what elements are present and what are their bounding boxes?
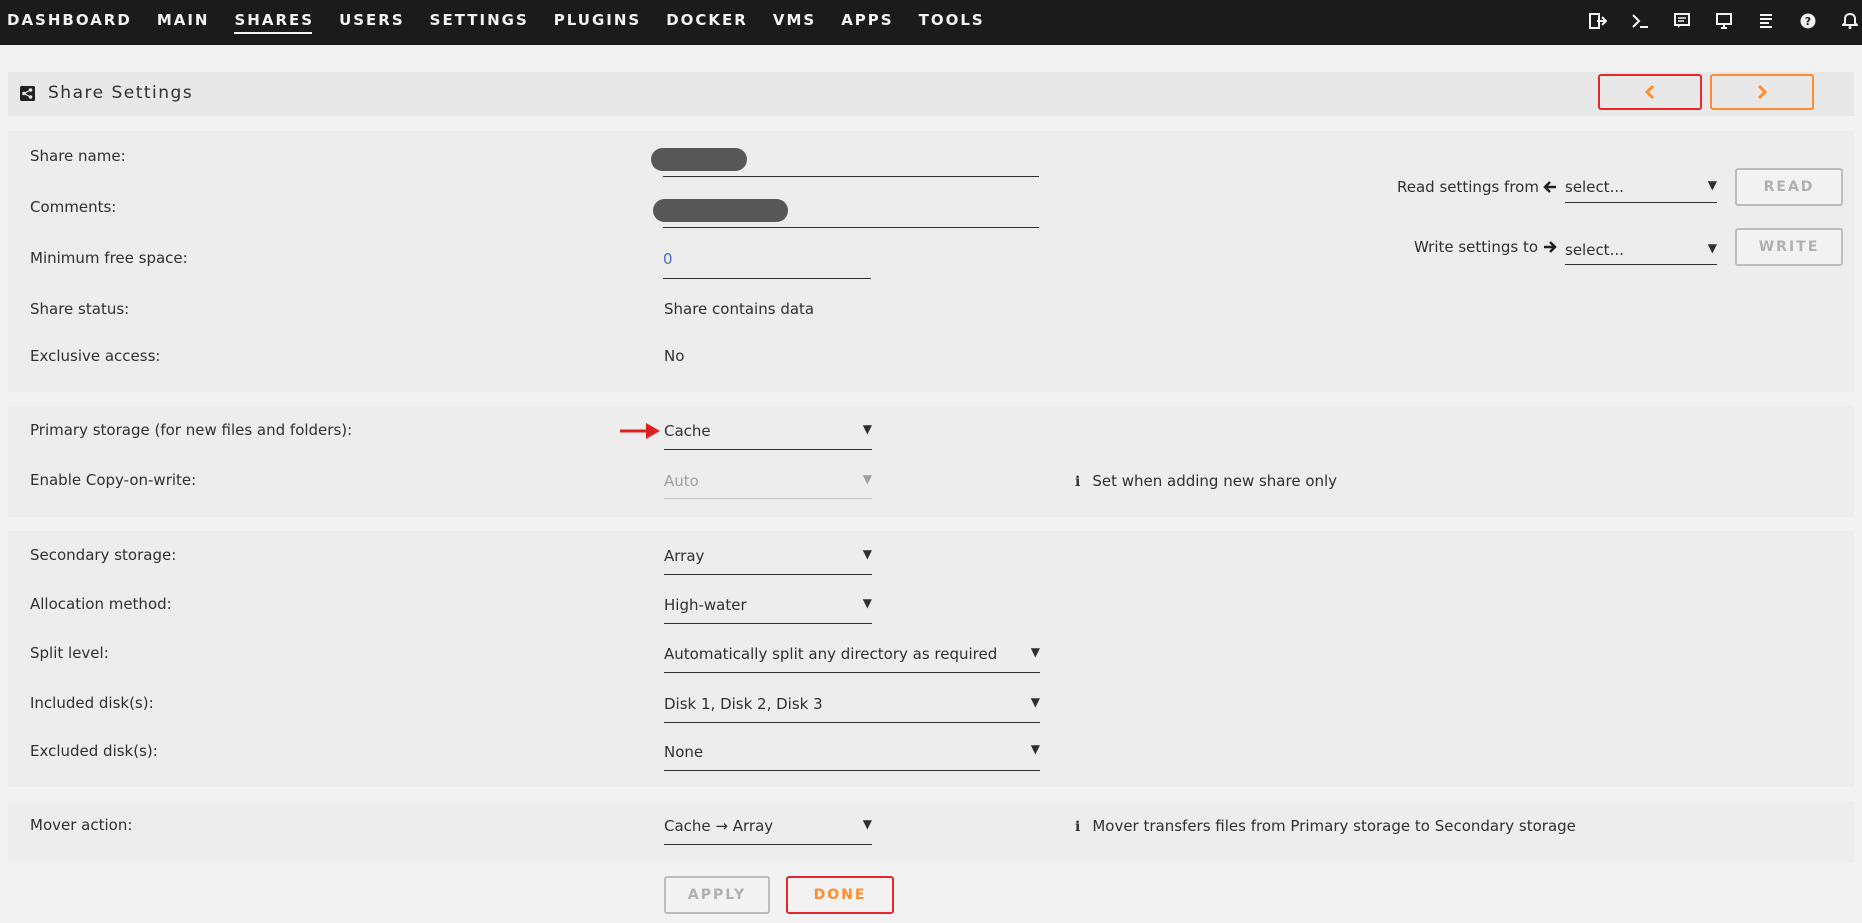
secondary-storage-select[interactable]: Array ▼: [664, 541, 872, 575]
nav-users[interactable]: USERS: [339, 0, 405, 45]
comments-input[interactable]: [653, 195, 1039, 228]
mover-action-select[interactable]: Cache → Array ▼: [664, 811, 872, 845]
comments-label: Comments:: [30, 198, 117, 216]
included-disks-label: Included disk(s):: [30, 694, 154, 712]
split-level-label: Split level:: [30, 644, 109, 662]
excluded-disks-label: Excluded disk(s):: [30, 742, 158, 760]
dropdown-arrow-icon: ▼: [1707, 241, 1717, 255]
arrow-left-icon: [1543, 181, 1556, 193]
chevron-left-icon: [1644, 84, 1655, 100]
write-settings-label: Write settings to: [1414, 238, 1539, 256]
redacted-comments: [653, 199, 788, 222]
allocation-method-select[interactable]: High-water ▼: [664, 591, 872, 624]
dropdown-arrow-icon: ▼: [862, 817, 872, 831]
mover-action-info: i Mover transfers files from Primary stor…: [1075, 817, 1576, 835]
chevron-right-icon: [1757, 84, 1768, 100]
red-arrow-icon: [620, 423, 660, 439]
arrow-right-icon: [1544, 241, 1557, 253]
page-title: Share Settings: [48, 83, 194, 103]
dropdown-arrow-icon: ▼: [862, 596, 872, 610]
logout-icon[interactable]: [1588, 12, 1608, 33]
help-icon[interactable]: ?: [1798, 13, 1818, 33]
nav-main[interactable]: MAIN: [157, 0, 210, 45]
svg-text:?: ?: [1805, 15, 1811, 28]
done-button[interactable]: DONE: [786, 876, 894, 914]
header-icons: ?: [1566, 0, 1862, 45]
page-title-bar: Share Settings: [8, 72, 1854, 116]
share-name-input[interactable]: [651, 145, 1039, 177]
info-icon: i: [1075, 819, 1081, 835]
display-icon[interactable]: [1714, 12, 1734, 33]
copy-on-write-label: Enable Copy-on-write:: [30, 471, 197, 489]
top-navigation: DASHBOARD MAIN SHARES USERS SETTINGS PLU…: [0, 0, 1862, 45]
excluded-disks-select[interactable]: None ▼: [664, 738, 1040, 771]
exclusive-access-label: Exclusive access:: [30, 347, 161, 365]
nav-tools[interactable]: TOOLS: [919, 0, 985, 45]
share-icon: [20, 86, 35, 101]
dropdown-arrow-icon: ▼: [1707, 178, 1717, 192]
minimum-free-space-input[interactable]: 0: [663, 246, 871, 279]
nav-docker[interactable]: DOCKER: [666, 0, 748, 45]
nav-plugins[interactable]: PLUGINS: [554, 0, 641, 45]
read-button[interactable]: READ: [1735, 168, 1843, 206]
dropdown-arrow-icon: ▼: [862, 422, 872, 436]
exclusive-access-value: No: [664, 347, 685, 365]
log-icon[interactable]: [1756, 13, 1776, 33]
share-name-label: Share name:: [30, 147, 126, 165]
redacted-share-name: [651, 148, 747, 171]
share-status-label: Share status:: [30, 300, 130, 318]
nav-settings[interactable]: SETTINGS: [430, 0, 529, 45]
write-settings-select[interactable]: select... ▼: [1565, 235, 1717, 265]
nav-dashboard[interactable]: DASHBOARD: [7, 0, 132, 45]
feedback-icon[interactable]: [1672, 12, 1692, 33]
nav-apps[interactable]: APPS: [841, 0, 893, 45]
minimum-free-space-label: Minimum free space:: [30, 249, 188, 267]
terminal-icon[interactable]: [1630, 13, 1650, 33]
previous-share-button[interactable]: [1598, 74, 1702, 110]
included-disks-select[interactable]: Disk 1, Disk 2, Disk 3 ▼: [664, 690, 1040, 723]
bell-icon[interactable]: [1840, 12, 1860, 33]
nav-shares[interactable]: SHARES: [234, 0, 314, 45]
dropdown-arrow-icon: ▼: [862, 472, 872, 486]
primary-storage-select[interactable]: Cache ▼: [664, 416, 872, 450]
dropdown-arrow-icon: ▼: [1030, 645, 1040, 659]
general-settings-section: Share name: Comments: Minimum free space…: [8, 131, 1854, 392]
dropdown-arrow-icon: ▼: [1030, 695, 1040, 709]
dropdown-arrow-icon: ▼: [862, 547, 872, 561]
dropdown-arrow-icon: ▼: [1030, 742, 1040, 756]
read-settings-select[interactable]: select... ▼: [1565, 173, 1717, 203]
primary-storage-label: Primary storage (for new files and folde…: [30, 421, 353, 439]
split-level-select[interactable]: Automatically split any directory as req…: [664, 640, 1040, 673]
secondary-storage-label: Secondary storage:: [30, 546, 177, 564]
apply-button[interactable]: APPLY: [664, 876, 770, 914]
mover-section: Mover action: Cache → Array ▼ i Mover tra…: [8, 801, 1854, 863]
info-icon: i: [1075, 474, 1081, 490]
read-settings-label: Read settings from: [1397, 178, 1539, 196]
share-status-value: Share contains data: [664, 300, 815, 318]
copy-on-write-info: i Set when adding new share only: [1075, 472, 1338, 490]
copy-on-write-select[interactable]: Auto ▼: [664, 466, 872, 499]
nav-vms[interactable]: VMS: [773, 0, 816, 45]
mover-action-label: Mover action:: [30, 816, 133, 834]
main-menu: DASHBOARD MAIN SHARES USERS SETTINGS PLU…: [7, 0, 1010, 45]
allocation-method-label: Allocation method:: [30, 595, 172, 613]
primary-storage-section: Primary storage (for new files and folde…: [8, 406, 1854, 517]
next-share-button[interactable]: [1710, 74, 1814, 110]
write-button[interactable]: WRITE: [1735, 228, 1843, 266]
secondary-storage-section: Secondary storage: Array ▼ Allocation me…: [8, 531, 1854, 787]
